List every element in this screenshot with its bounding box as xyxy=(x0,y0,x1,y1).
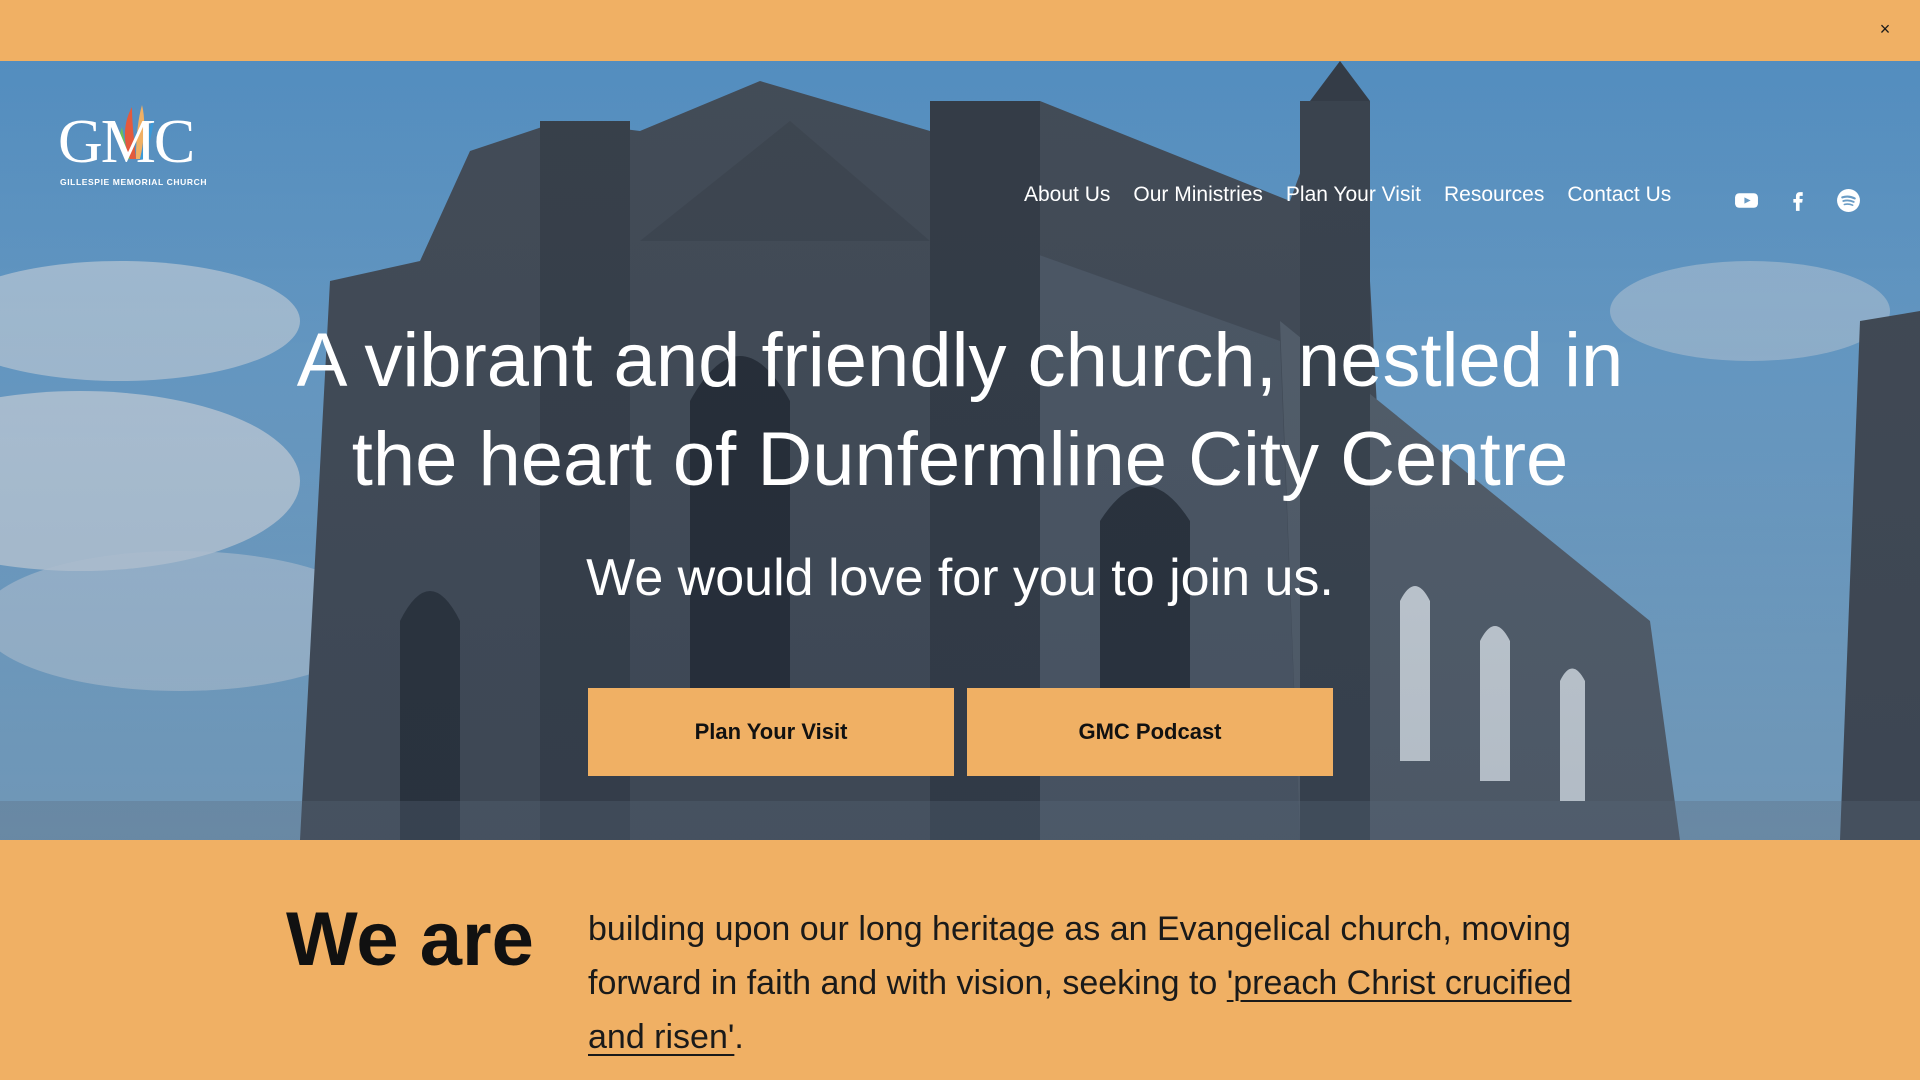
we-are-text: building upon our long heritage as an Ev… xyxy=(588,902,1598,1064)
gmc-podcast-button[interactable]: GMC Podcast xyxy=(967,688,1333,776)
close-announcement-button[interactable]: × xyxy=(1870,14,1900,44)
nav-item-resources[interactable]: Resources xyxy=(1444,183,1544,207)
nav-item-plan-your-visit[interactable]: Plan Your Visit xyxy=(1286,183,1421,207)
nav-item-contact-us[interactable]: Contact Us xyxy=(1567,183,1671,207)
we-are-text-end: . xyxy=(734,1018,744,1056)
logo[interactable]: GMC GILLESPIE MEMORIAL CHURCH xyxy=(58,101,208,191)
announcement-bar: × xyxy=(0,0,1920,61)
logo-subtitle: GILLESPIE MEMORIAL CHURCH xyxy=(60,177,208,187)
plan-your-visit-button[interactable]: Plan Your Visit xyxy=(588,688,954,776)
hero-section: GMC GILLESPIE MEMORIAL CHURCH About Us O… xyxy=(0,61,1920,840)
hero-headline-line-1: A vibrant and friendly church, nestled i… xyxy=(296,318,1624,403)
facebook-icon[interactable] xyxy=(1785,188,1810,213)
hero-headline: A vibrant and friendly church, nestled i… xyxy=(230,311,1690,509)
hero-tagline: We would love for you to join us. xyxy=(586,549,1334,607)
spotify-icon[interactable] xyxy=(1836,188,1861,213)
we-are-heading: We are xyxy=(286,897,534,982)
hero-headline-line-2: the heart of Dunfermline City Centre xyxy=(351,417,1569,502)
we-are-section: We are building upon our long heritage a… xyxy=(0,840,1920,1080)
nav-item-our-ministries[interactable]: Our Ministries xyxy=(1133,183,1263,207)
main-nav: About Us Our Ministries Plan Your Visit … xyxy=(1024,183,1671,207)
nav-item-about-us[interactable]: About Us xyxy=(1024,183,1110,207)
youtube-icon[interactable] xyxy=(1734,188,1759,213)
logo-mark: GMC xyxy=(58,108,195,176)
social-links xyxy=(1734,188,1861,213)
